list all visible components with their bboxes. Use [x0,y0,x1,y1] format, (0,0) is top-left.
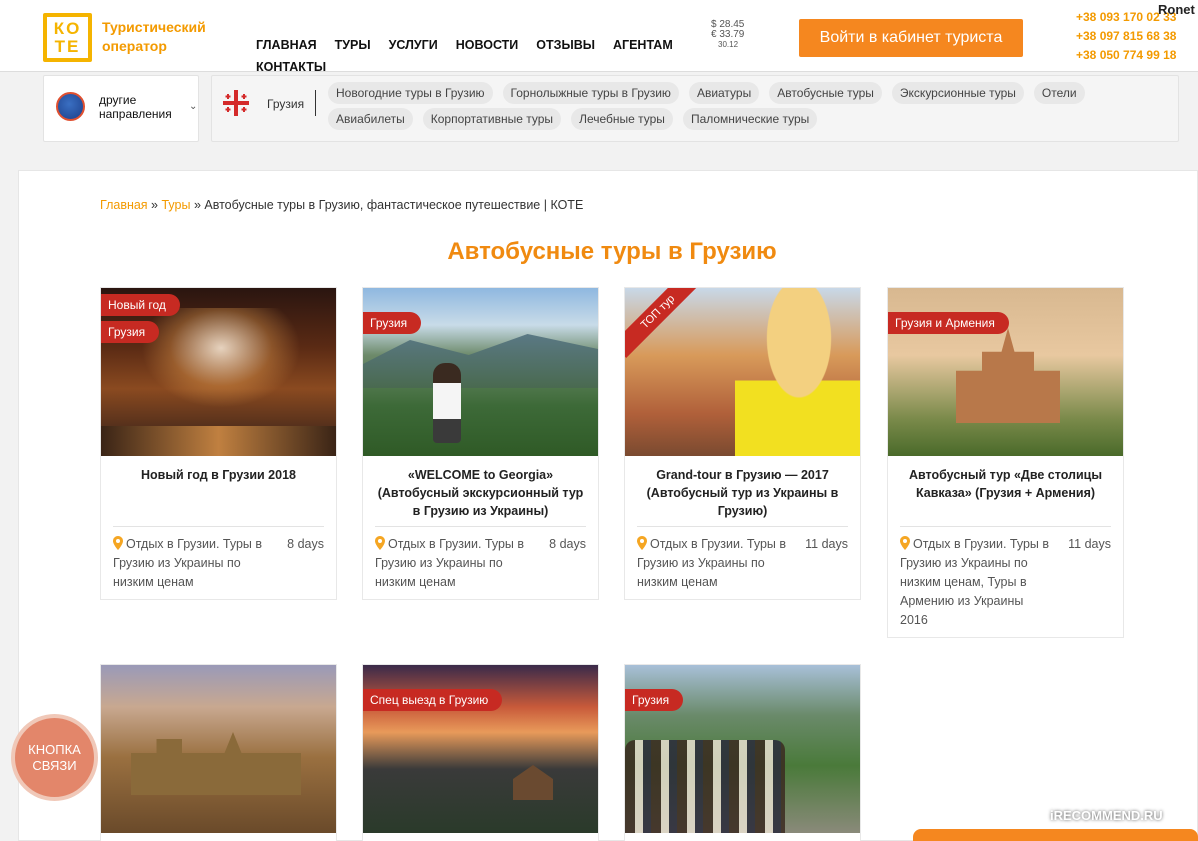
nav-tours[interactable]: ТУРЫ [335,34,371,56]
chip-pilgrim-tours[interactable]: Паломнические туры [682,108,818,130]
monastery [513,765,553,800]
location-pin-icon [113,536,123,550]
cathedral [956,328,1060,423]
destination-dropdown[interactable]: другие направления ⌄ [43,75,199,142]
chip-newyear-tours[interactable]: Новогодние туры в Грузию [328,82,493,104]
tour-meta: Отдых в Грузии. Туры в Грузию из Украины… [900,526,1111,640]
tour-image[interactable]: Грузия [625,665,860,833]
tour-meta: Отдых в Грузии. Туры в Грузию из Украины… [637,526,848,602]
nav-services[interactable]: УСЛУГИ [389,34,438,56]
chip-excursion-tours[interactable]: Экскурсионные туры [891,82,1024,104]
top-tour-ribbon: ТОП тур [625,288,704,358]
tour-meta: Отдых в Грузии. Туры в Грузию из Украины… [375,526,586,602]
chevron-down-icon: ⌄ [189,101,198,112]
overlay-username: Ronet [1158,2,1195,17]
ribbon-wrap: ТОП тур [625,288,715,378]
page-title: Автобусные туры в Грузию [447,238,777,265]
tour-image[interactable]: Грузия [363,288,598,456]
tour-title[interactable]: Новый год в Грузии 2018 [101,456,336,526]
location-pin-icon [375,536,385,550]
tour-location: Отдых в Грузии. Туры в Грузию из Украины… [375,537,525,589]
tour-badge: Грузия [363,312,422,334]
phone-3[interactable]: +38 050 774 99 18 [1076,46,1176,65]
tour-image[interactable]: ТОП тур [625,288,860,456]
tour-card[interactable]: Грузия [624,664,861,841]
tour-card[interactable]: ТОП тур Grand-tour в Грузию — 2017 (Авто… [624,287,861,600]
chip-corporate-tours[interactable]: Корпортативные туры [422,108,562,130]
phone-2[interactable]: +38 097 815 68 38 [1076,27,1176,46]
nav-agents[interactable]: АГЕНТАМ [613,34,673,56]
country-label[interactable]: Грузия [267,97,304,111]
breadcrumb: Главная » Туры » Автобусные туры в Грузи… [100,198,583,212]
street [101,426,336,456]
tour-card[interactable] [100,664,337,841]
location-pin-icon [900,536,910,550]
tour-badge: Грузия [625,689,684,711]
nav-home[interactable]: ГЛАВНАЯ [256,34,317,56]
tour-duration: 11 days [1068,537,1111,551]
fortress [131,732,301,795]
globe-icon [56,92,85,121]
georgia-flag-icon [223,90,249,116]
tour-badge: Грузия и Армения [888,312,1009,334]
logo-mark: КО ТЕ [47,17,88,58]
tour-badge: Новый год [101,294,180,316]
tour-title[interactable]: Автобусный тур «Две столицы Кавказа» (Гр… [888,456,1123,526]
tour-image[interactable]: Грузия и Армения [888,288,1123,456]
main-nav: ГЛАВНАЯ ТУРЫ УСЛУГИ НОВОСТИ ОТЗЫВЫ АГЕНТ… [256,34,696,78]
contact-button[interactable]: КНОПКА СВЯЗИ [15,718,94,797]
category-chips: Новогодние туры в Грузию Горнолыжные тур… [328,82,1158,134]
chip-hotels[interactable]: Отели [1033,82,1085,104]
tour-image[interactable] [101,665,336,833]
rate-eur: € 33.79 [711,29,745,40]
tourist-group [625,740,785,833]
tour-card[interactable]: Грузия и Армения Автобусный тур «Две сто… [887,287,1124,638]
logo-text: Туристический оператор [102,19,206,54]
breadcrumb-tours[interactable]: Туры [161,198,190,212]
tourist-cabinet-button[interactable]: Войти в кабинет туриста [799,19,1023,57]
person-figure [433,363,461,443]
tour-image[interactable]: Новый год Грузия [101,288,336,456]
tour-duration: 11 days [805,537,848,551]
tour-card[interactable]: Новый год Грузия Новый год в Грузии 2018… [100,287,337,600]
chip-medical-tours[interactable]: Лечебные туры [571,108,673,130]
tour-location: Отдых в Грузии. Туры в Грузию из Украины… [113,537,263,589]
destination-label: другие направления [99,93,172,121]
tour-image[interactable]: Спец выезд в Грузию [363,665,598,833]
logo-line-1: КО [53,18,82,38]
site-header: КО ТЕ Туристический оператор ГЛАВНАЯ ТУР… [0,0,1198,74]
rate-date: 30.12 [718,40,739,49]
tour-meta: Отдых в Грузии. Туры в Грузию из Украины… [113,526,324,602]
nav-news[interactable]: НОВОСТИ [456,34,519,56]
currency-rates: $ 28.45 € 33.79 30.12 [711,20,744,50]
chip-air-tickets[interactable]: Авиабилеты [328,108,413,130]
tour-location: Отдых в Грузии. Туры в Грузию из Украины… [900,537,1050,627]
chip-avia-tours[interactable]: Авиатуры [688,82,760,104]
chandelier-lights [141,308,301,408]
divider [315,90,316,116]
tour-title[interactable]: Grand-tour в Грузию — 2017 (Автобусный т… [625,456,860,526]
tour-title[interactable]: «WELCOME to Georgia» (Автобусный экскурс… [363,456,598,526]
watermark: iRECOMMEND.RU [1050,808,1163,823]
breadcrumb-separator: » [190,198,205,212]
tour-badge: Спец выезд в Грузию [363,689,503,711]
tour-card[interactable]: Спец выезд в Грузию [362,664,599,841]
nav-reviews[interactable]: ОТЗЫВЫ [536,34,595,56]
logo-line-2: ТЕ [54,36,81,56]
breadcrumb-separator: » [147,198,162,212]
tour-duration: 8 days [287,537,324,551]
logo[interactable]: КО ТЕ [43,13,92,62]
chip-bus-tours[interactable]: Автобусные туры [769,82,882,104]
woman-in-hat [735,288,860,456]
tour-location: Отдых в Грузии. Туры в Грузию из Украины… [637,537,787,589]
chip-ski-tours[interactable]: Горнолыжные туры в Грузию [502,82,679,104]
breadcrumb-home[interactable]: Главная [100,198,148,212]
tour-card[interactable]: Грузия «WELCOME to Georgia» (Автобусный … [362,287,599,600]
tour-badge: Грузия [101,321,160,343]
tour-duration: 8 days [549,537,586,551]
mountains [363,334,598,388]
breadcrumb-current: Автобусные туры в Грузию, фантастическое… [204,198,584,212]
chat-widget-tab[interactable] [913,829,1198,841]
location-pin-icon [637,536,647,550]
